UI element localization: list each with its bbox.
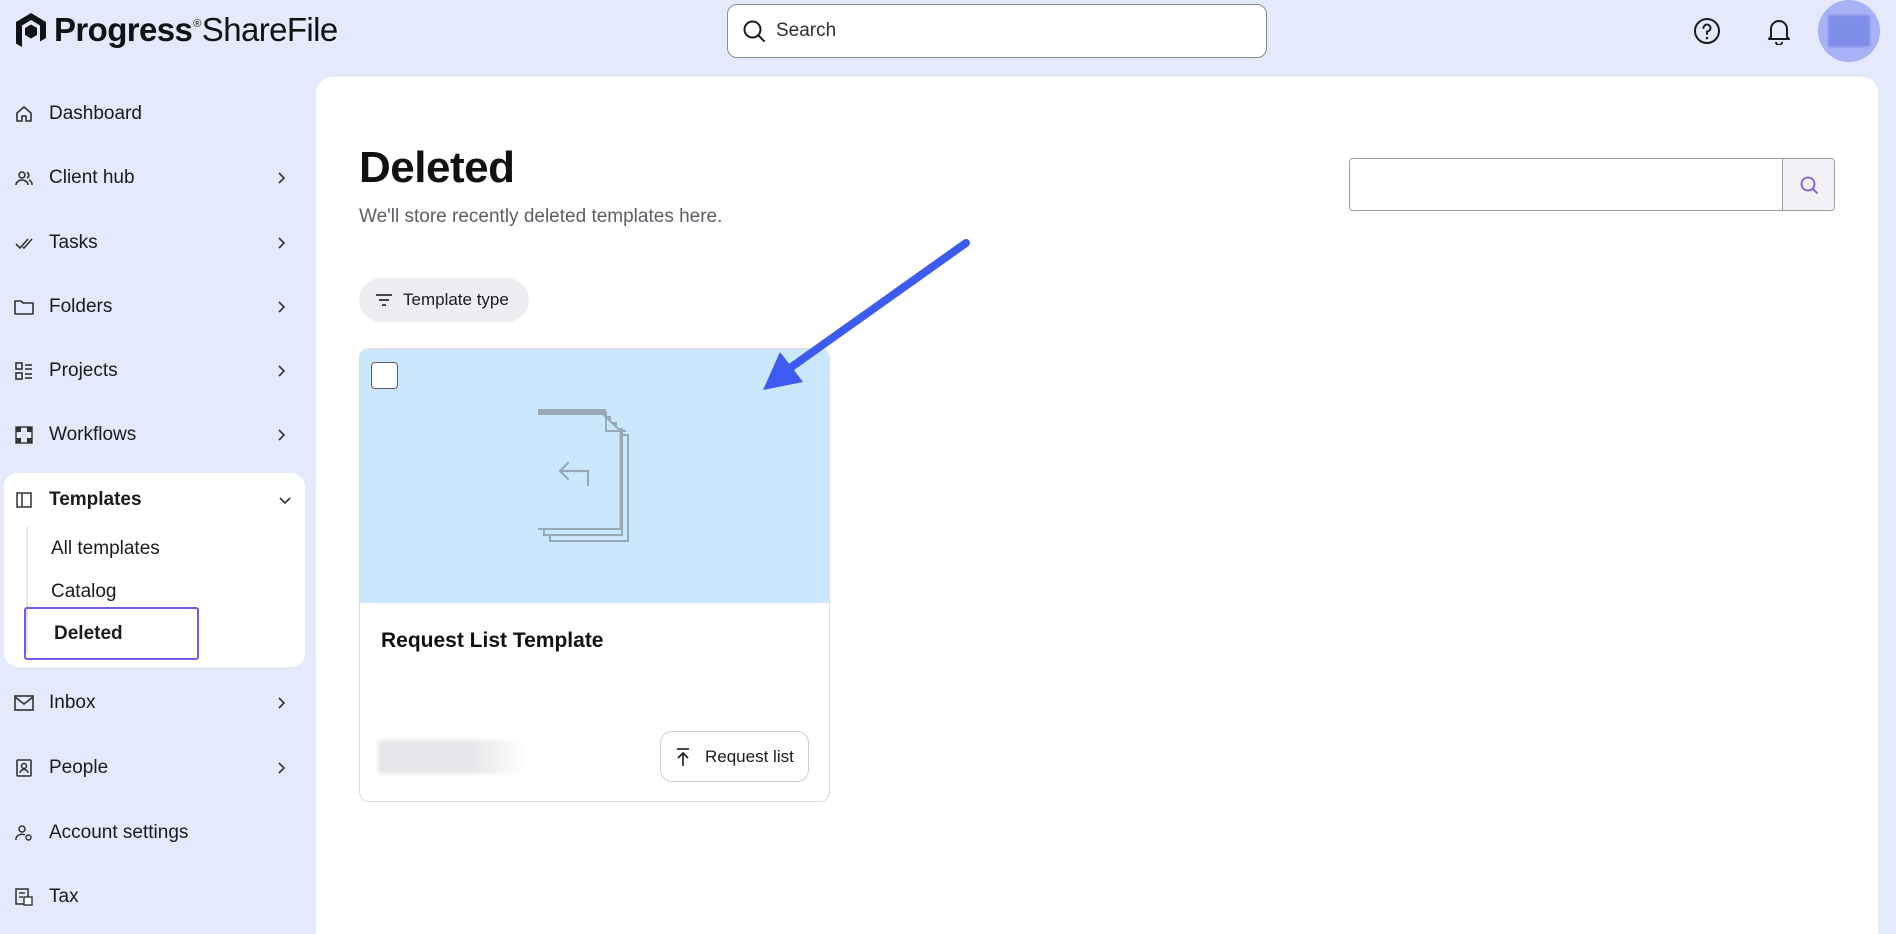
template-card-title: Request List Template: [381, 629, 604, 652]
sidebar-item-label: Projects: [49, 360, 118, 381]
sidebar-item-projects[interactable]: Projects: [0, 346, 305, 396]
help-button[interactable]: [1690, 14, 1724, 48]
progress-sharefile-logo[interactable]: Progress ® ShareFile: [14, 8, 338, 52]
sidebar-item-label: Folders: [49, 296, 113, 317]
sidebar-item-label: Account settings: [49, 822, 189, 843]
tax-icon: [14, 887, 34, 907]
filter-icon: [376, 294, 392, 306]
search-icon: [743, 20, 765, 42]
template-card-redacted-info: [378, 740, 528, 774]
upload-arrow-icon: [677, 747, 689, 766]
projects-icon: [14, 361, 34, 381]
templates-icon: [14, 490, 34, 510]
contact-icon: [14, 758, 34, 778]
sidebar-subitem-all-templates[interactable]: All templates: [51, 538, 160, 560]
sidebar-item-label: Tax: [49, 886, 79, 907]
user-avatar[interactable]: [1818, 0, 1880, 62]
chevron-right-icon: [273, 760, 289, 776]
home-icon: [14, 104, 34, 124]
template-type-filter[interactable]: Template type: [359, 278, 529, 322]
page-subtitle: We'll store recently deleted templates h…: [359, 206, 723, 227]
sidebar-subitem-catalog[interactable]: Catalog: [51, 581, 117, 603]
chevron-right-icon: [273, 299, 289, 315]
sidebar-templates-section: Templates All templates Catalog Deleted: [4, 473, 305, 667]
logo-progress-text: Progress: [54, 11, 193, 48]
sidebar-item-label: Tasks: [49, 232, 98, 253]
deleted-template-illustration-icon: [538, 409, 629, 542]
chevron-right-icon: [273, 695, 289, 711]
mail-icon: [14, 693, 34, 713]
help-circle-icon: [1694, 18, 1720, 44]
search-icon: [1800, 176, 1818, 194]
chevron-right-icon: [273, 427, 289, 443]
templates-search-button[interactable]: [1782, 159, 1834, 210]
check-icon: [14, 233, 34, 253]
global-search-bar[interactable]: [727, 4, 1267, 58]
template-card-checkbox[interactable]: [371, 362, 398, 389]
sidebar-item-tax[interactable]: Tax: [0, 872, 305, 922]
request-list-button[interactable]: Request list: [660, 731, 809, 782]
chevron-right-icon: [273, 363, 289, 379]
folder-icon: [14, 297, 34, 317]
templates-search-input[interactable]: [1350, 159, 1782, 210]
template-card-preview: [360, 349, 829, 603]
sidebar-item-dashboard[interactable]: Dashboard: [0, 89, 305, 139]
sidebar-item-people[interactable]: People: [0, 743, 305, 793]
sidebar-item-label: Dashboard: [49, 103, 142, 124]
sidebar-item-label: Inbox: [49, 692, 96, 713]
bell-icon: [1768, 20, 1790, 45]
chevron-right-icon: [273, 170, 289, 186]
progress-logo-icon: [16, 13, 46, 47]
account-settings-icon: [14, 823, 34, 843]
sidebar-item-label: Templates: [49, 489, 142, 510]
logo-sharefile-text: ShareFile: [201, 11, 338, 48]
sidebar-item-workflows[interactable]: Workflows: [0, 410, 305, 460]
logo-wordmark: Progress ® ShareFile: [54, 11, 338, 49]
avatar-image: [1828, 15, 1870, 47]
sidebar-item-templates[interactable]: Templates: [4, 473, 305, 527]
main-content: Deleted We'll store recently deleted tem…: [316, 77, 1878, 934]
sidebar-item-inbox[interactable]: Inbox: [0, 678, 305, 728]
page-title: Deleted: [359, 143, 515, 192]
request-list-label: Request list: [705, 746, 794, 766]
chevron-down-icon: [277, 492, 293, 508]
sidebar-item-label: Client hub: [49, 167, 135, 188]
templates-search-box: [1349, 158, 1835, 211]
notifications-button[interactable]: [1762, 14, 1796, 48]
chevron-right-icon: [273, 235, 289, 251]
sidebar-item-label: Workflows: [49, 424, 137, 445]
sidebar-item-tasks[interactable]: Tasks: [0, 218, 305, 268]
sidebar-item-account-settings[interactable]: Account settings: [0, 808, 305, 858]
sidebar-item-folders[interactable]: Folders: [0, 282, 305, 332]
sidebar-item-client-hub[interactable]: Client hub: [0, 153, 305, 203]
template-card[interactable]: Request List Template Request list: [359, 348, 830, 802]
workflow-icon: [14, 425, 34, 445]
template-type-label: Template type: [403, 290, 509, 309]
sidebar-subitem-deleted[interactable]: Deleted: [24, 607, 199, 660]
users-icon: [14, 168, 34, 188]
logo-registered-mark: ®: [193, 18, 201, 30]
sidebar-item-label: People: [49, 757, 109, 778]
global-search-input[interactable]: [776, 20, 1236, 42]
